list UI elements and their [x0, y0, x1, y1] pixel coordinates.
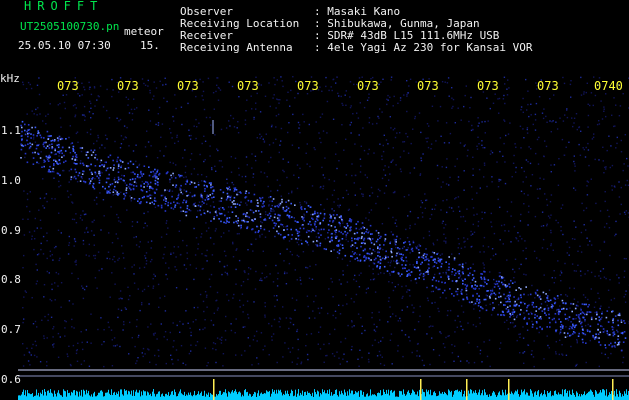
- time-tick: 073: [417, 79, 439, 93]
- y-tick: 0.9: [1, 224, 21, 237]
- y-tick: 1.1: [1, 124, 21, 137]
- time-tick: 073: [117, 79, 139, 93]
- info-label-antenna: Receiving Antenna: [180, 41, 293, 54]
- app-title: HROFFT: [24, 0, 104, 13]
- time-tick: 073: [177, 79, 199, 93]
- baseline-spike: [612, 379, 614, 400]
- time-tick: 073: [237, 79, 259, 93]
- time-tick: 0740: [594, 79, 623, 93]
- noise-layer: [22, 76, 629, 368]
- y-tick: 0.6: [1, 373, 21, 386]
- y-tick: 0.8: [1, 273, 21, 286]
- baseline-spike: [213, 379, 215, 400]
- file-name: UT2505100730.pn: [20, 20, 120, 33]
- noise-baseline: [18, 389, 629, 400]
- datetime: 25.05.10 07:30: [18, 39, 111, 52]
- signal-trace: [20, 120, 627, 352]
- y-tick: 0.7: [1, 323, 21, 336]
- baseline-spike: [420, 379, 422, 400]
- detector-label: meteor: [124, 25, 164, 38]
- time-tick: 073: [57, 79, 79, 93]
- level-value: 15.: [140, 39, 160, 52]
- y-tick: 1.0: [1, 174, 21, 187]
- baseline-spike: [466, 379, 468, 400]
- info-value-antenna: : 4ele Yagi Az 230 for Kansai VOR: [314, 41, 533, 54]
- time-tick: 073: [297, 79, 319, 93]
- time-tick: 073: [537, 79, 559, 93]
- time-tick: 073: [477, 79, 499, 93]
- baseline-spike: [508, 379, 510, 400]
- time-tick: 073: [357, 79, 379, 93]
- spectrogram-canvas: [18, 76, 629, 400]
- y-axis-unit: kHz: [0, 72, 20, 85]
